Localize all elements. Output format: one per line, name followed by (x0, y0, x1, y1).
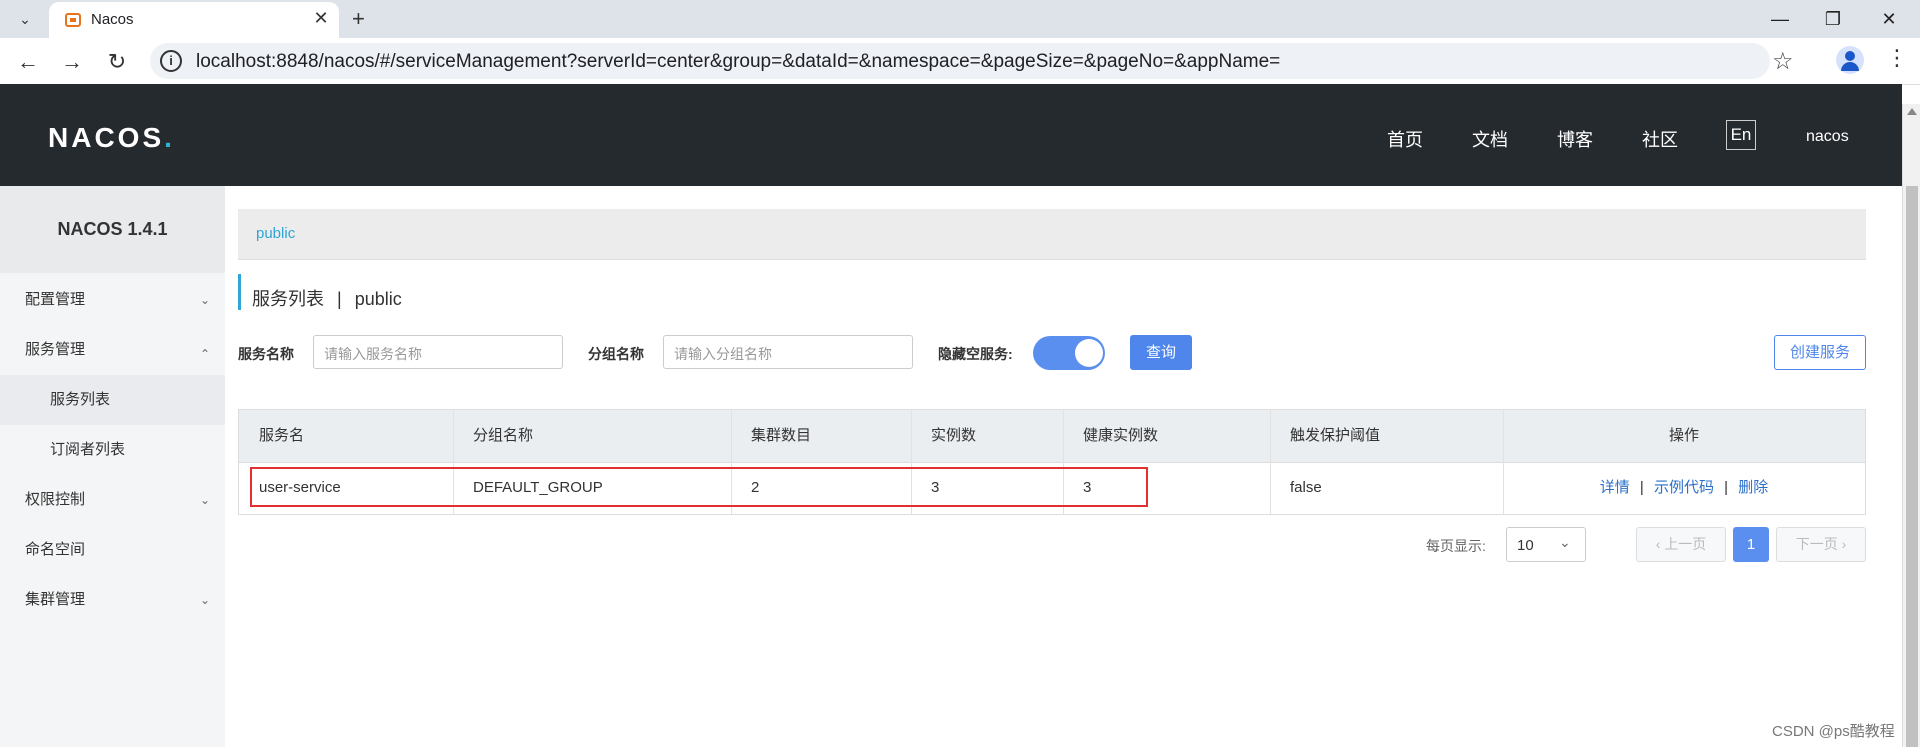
detail-link[interactable]: 详情 (1600, 479, 1630, 496)
hide-empty-toggle[interactable] (1033, 336, 1105, 370)
back-icon[interactable]: ← (14, 48, 42, 76)
cell-protect-threshold: false (1290, 479, 1322, 496)
profile-avatar-icon[interactable] (1836, 46, 1864, 74)
sidebar-item-config[interactable]: 配置管理 ⌄ (0, 275, 225, 325)
address-bar[interactable]: i localhost:8848/nacos/#/serviceManageme… (150, 43, 1794, 79)
toggle-knob (1075, 339, 1103, 367)
sidebar-item-namespace[interactable]: 命名空间 (0, 525, 225, 575)
sidebar-item-subscribers[interactable]: 订阅者列表 (0, 425, 225, 475)
sidebar-version-title: NACOS 1.4.1 (0, 186, 225, 273)
nav-community[interactable]: 社区 (1642, 126, 1678, 152)
browser-tab-strip: ⌄ Nacos ✕ + — ❐ ✕ (0, 0, 1920, 38)
scroll-up-icon[interactable] (1907, 108, 1917, 115)
highlight-annotation-box (250, 467, 1148, 507)
site-info-icon[interactable]: i (160, 50, 182, 72)
restore-icon[interactable]: ❐ (1810, 4, 1856, 34)
scrollbar-thumb[interactable] (1906, 186, 1918, 747)
nav-docs[interactable]: 文档 (1472, 126, 1508, 152)
chevron-down-icon: ⌄ (200, 293, 211, 307)
nav-blog[interactable]: 博客 (1557, 126, 1593, 152)
sidebar-item-label: 权限控制 (25, 491, 86, 508)
group-name-label: 分组名称 (588, 346, 644, 362)
sidebar-item-service-list[interactable]: 服务列表 (0, 375, 225, 425)
header-instance-count: 实例数 (931, 427, 977, 444)
minimize-icon[interactable]: — (1757, 4, 1803, 34)
page-title: 服务列表 | public (252, 289, 402, 309)
service-name-label: 服务名称 (238, 346, 294, 362)
page-size-select[interactable]: 10 ⌄ (1506, 527, 1586, 562)
new-tab-icon[interactable]: + (352, 6, 365, 32)
sidebar-item-label: 集群管理 (25, 591, 86, 608)
chevron-down-icon: ⌄ (1559, 534, 1571, 550)
chevron-down-icon: ⌄ (200, 593, 211, 607)
group-name-input[interactable]: 请输入分组名称 (663, 335, 913, 369)
close-window-icon[interactable]: ✕ (1866, 4, 1912, 34)
page-scrollbar[interactable] (1902, 104, 1920, 747)
namespace-link[interactable]: public (256, 225, 295, 242)
tab-search-icon[interactable]: ⌄ (8, 6, 42, 32)
title-accent-bar (238, 274, 241, 310)
browser-tab[interactable]: Nacos ✕ (49, 2, 339, 38)
sidebar-item-service[interactable]: 服务管理 ⌃ (0, 325, 225, 375)
chevron-down-icon: ⌄ (200, 493, 211, 507)
sidebar: NACOS 1.4.1 配置管理 ⌄ 服务管理 ⌃ 服务列表 订阅者列表 权限控… (0, 186, 225, 747)
header-service-name: 服务名 (259, 427, 305, 444)
header-cluster-count: 集群数目 (751, 427, 812, 444)
language-switch[interactable]: En (1726, 120, 1756, 150)
url-text[interactable]: localhost:8848/nacos/#/serviceManagement… (196, 51, 1280, 73)
sample-code-link[interactable]: 示例代码 (1654, 479, 1714, 496)
sidebar-item-label: 订阅者列表 (50, 441, 126, 458)
watermark: CSDN @ps酷教程 (1772, 723, 1895, 740)
page-size-label: 每页显示: (1426, 538, 1486, 554)
browser-menu-icon[interactable]: ⋮ (1886, 45, 1908, 71)
prev-page-button[interactable]: ‹ 上一页 (1636, 527, 1726, 562)
header-actions: 操作 (1668, 427, 1699, 444)
create-service-button[interactable]: 创建服务 (1774, 335, 1866, 370)
chevron-right-icon: › (1841, 536, 1847, 552)
hide-empty-label: 隐藏空服务: (938, 346, 1013, 362)
chevron-left-icon: ‹ (1655, 536, 1661, 552)
next-page-button[interactable]: 下一页 › (1776, 527, 1866, 562)
bookmark-star-icon[interactable]: ☆ (1772, 47, 1794, 76)
header-healthy-count: 健康实例数 (1083, 427, 1159, 444)
service-name-input[interactable]: 请输入服务名称 (313, 335, 563, 369)
nacos-logo[interactable]: NACOS. (48, 122, 175, 154)
cell-actions: 详情 | 示例代码 | 删除 (1599, 479, 1769, 496)
user-menu[interactable]: nacos (1806, 128, 1849, 146)
sidebar-item-auth[interactable]: 权限控制 ⌄ (0, 475, 225, 525)
nacos-favicon-icon (65, 13, 81, 27)
sidebar-item-cluster[interactable]: 集群管理 ⌄ (0, 575, 225, 625)
query-button[interactable]: 查询 (1130, 335, 1192, 370)
header-group-name: 分组名称 (473, 427, 534, 444)
browser-toolbar: ← → ↻ i localhost:8848/nacos/#/serviceMa… (0, 38, 1920, 85)
sidebar-item-label: 命名空间 (25, 541, 86, 558)
close-tab-icon[interactable]: ✕ (311, 8, 331, 28)
nav-home[interactable]: 首页 (1387, 126, 1423, 152)
sidebar-item-label: 配置管理 (25, 291, 86, 308)
column-divider (1270, 410, 1271, 514)
reload-icon[interactable]: ↻ (103, 48, 131, 76)
current-page-button[interactable]: 1 (1733, 527, 1769, 562)
sidebar-item-label: 服务管理 (25, 341, 86, 358)
app-header: NACOS. 首页 文档 博客 社区 En nacos (0, 84, 1902, 186)
header-protect-threshold: 触发保护阈值 (1290, 427, 1381, 444)
namespace-bar: public (238, 209, 1866, 260)
chevron-up-icon: ⌃ (200, 347, 211, 361)
tab-title: Nacos (91, 11, 134, 28)
sidebar-item-label: 服务列表 (50, 391, 111, 408)
forward-icon[interactable]: → (58, 48, 86, 76)
delete-link[interactable]: 删除 (1738, 479, 1768, 496)
